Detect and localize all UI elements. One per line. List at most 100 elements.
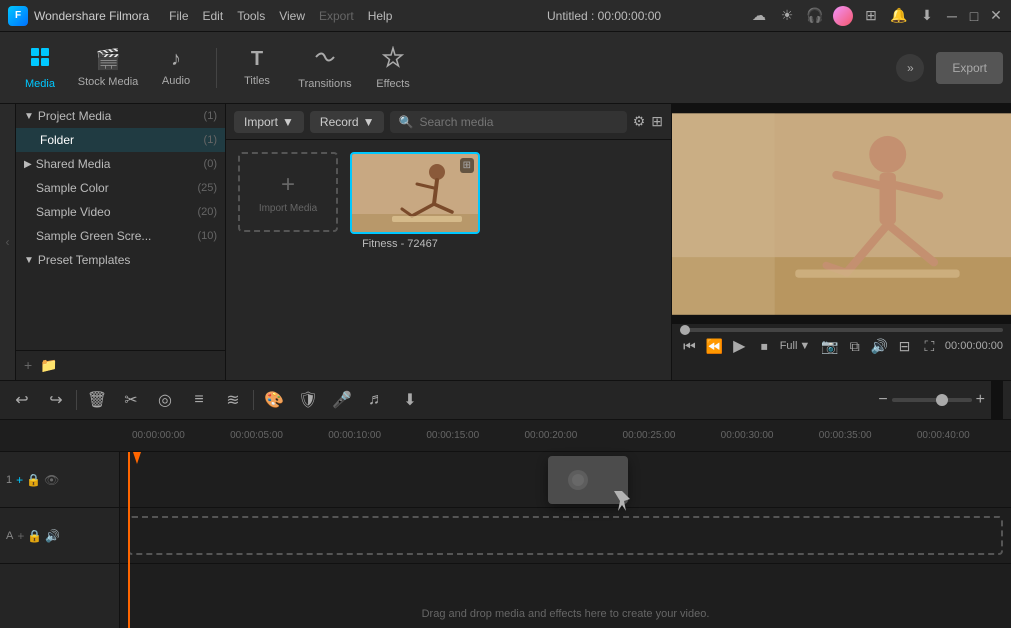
- pip-button[interactable]: ⊟: [895, 338, 914, 355]
- grid-view-icon[interactable]: ⊞: [651, 113, 663, 130]
- color-icon[interactable]: 🎨: [260, 390, 288, 410]
- menu-view[interactable]: View: [279, 9, 305, 23]
- drop-text: Drag and drop media and effects here to …: [120, 608, 1011, 620]
- menu-tools[interactable]: Tools: [237, 9, 265, 23]
- zoom-slider[interactable]: [892, 398, 972, 402]
- add-audio-track-icon[interactable]: +: [17, 529, 24, 543]
- cloud-icon[interactable]: ☁: [749, 6, 769, 26]
- progress-bar[interactable]: [680, 328, 1003, 332]
- title-bar: F Wondershare Filmora File Edit Tools Vi…: [0, 0, 1011, 32]
- main-area: ‹ ▼ Project Media (1) Folder (1) ▶ Share…: [0, 104, 1011, 380]
- expand-toolbar-button[interactable]: »: [896, 54, 924, 82]
- transitions-label: Transitions: [298, 78, 351, 90]
- cut-button[interactable]: ✂: [117, 390, 145, 410]
- user-avatar[interactable]: [833, 6, 853, 26]
- lock-video-track-icon[interactable]: 🔒: [26, 473, 41, 487]
- stop-button[interactable]: ⏹: [755, 338, 774, 355]
- undo-button[interactable]: ↩: [8, 390, 36, 410]
- tree-preset-templates[interactable]: ▼ Preset Templates: [16, 248, 225, 272]
- zoom-in-icon[interactable]: +: [976, 391, 985, 409]
- audio-track-row[interactable]: [120, 508, 1011, 564]
- eye-video-track-icon[interactable]: 👁: [44, 473, 59, 487]
- tree-folder[interactable]: Folder (1): [16, 128, 225, 152]
- audio-edit-button[interactable]: ≡: [185, 391, 213, 409]
- video-track-row[interactable]: [120, 452, 1011, 508]
- shared-media-label: Shared Media: [36, 157, 111, 171]
- filter-icon[interactable]: ⚙: [633, 113, 646, 130]
- zoom-handle[interactable]: [936, 394, 948, 406]
- waveform-button[interactable]: ≋: [219, 390, 247, 410]
- download-icon[interactable]: ⬇: [917, 6, 937, 26]
- add-video-track-icon[interactable]: +: [16, 473, 23, 487]
- track-labels: 1 + 🔒 👁 A + 🔒 🔊: [0, 452, 120, 628]
- tree-shared-media[interactable]: ▶ Shared Media (0): [16, 152, 225, 176]
- import-media-placeholder[interactable]: + Import Media: [238, 152, 338, 232]
- toolbar-media[interactable]: Media: [8, 38, 72, 98]
- grid-icon[interactable]: ⊞: [861, 6, 881, 26]
- audio-label: Audio: [162, 75, 190, 87]
- volume-button[interactable]: 🔊: [870, 338, 889, 355]
- fullscreen-button[interactable]: ⛶: [920, 338, 939, 355]
- maximize-button[interactable]: □: [967, 9, 981, 23]
- toolbar-separator-1: [76, 390, 77, 410]
- menu-edit[interactable]: Edit: [203, 9, 224, 23]
- folder-icon[interactable]: 📁: [40, 357, 57, 374]
- tree-sample-green[interactable]: Sample Green Scre... (10): [16, 224, 225, 248]
- expand-arrow-preset: ▼: [24, 255, 34, 266]
- menu-file[interactable]: File: [169, 9, 188, 23]
- folder-count: (1): [204, 134, 217, 146]
- toolbar-stock-media[interactable]: 🎬 Stock Media: [76, 38, 140, 98]
- delete-button[interactable]: 🗑: [83, 390, 111, 410]
- volume-audio-track-icon[interactable]: 🔊: [45, 529, 60, 543]
- video-track-label: 1 + 🔒 👁: [0, 452, 119, 508]
- tree-project-media[interactable]: ▼ Project Media (1): [16, 104, 225, 128]
- tree-sample-color[interactable]: Sample Color (25): [16, 176, 225, 200]
- search-box: 🔍: [390, 111, 626, 133]
- snapshot-button[interactable]: 📷: [820, 338, 839, 355]
- search-input[interactable]: [419, 115, 618, 129]
- transitions-icon: [314, 46, 336, 74]
- toolbar-audio[interactable]: ♪ Audio: [144, 38, 208, 98]
- notification-icon[interactable]: 🔔: [889, 6, 909, 26]
- play-button[interactable]: ▶: [730, 336, 749, 356]
- sun-icon[interactable]: ☀: [777, 6, 797, 26]
- effects-icon: [382, 46, 404, 74]
- close-button[interactable]: ✕: [989, 9, 1003, 23]
- toolbar-divider-1: [216, 48, 217, 88]
- export-button[interactable]: Export: [936, 52, 1003, 84]
- left-nav-arrow[interactable]: ‹: [0, 104, 16, 380]
- import-track-icon[interactable]: ⬇: [396, 390, 424, 410]
- menu-help[interactable]: Help: [368, 9, 393, 23]
- step-back-button[interactable]: ⏪: [705, 338, 724, 355]
- crop-button[interactable]: ⧉: [845, 338, 864, 355]
- rewind-button[interactable]: ⏮: [680, 338, 699, 355]
- tree-sample-video[interactable]: Sample Video (20): [16, 200, 225, 224]
- audio-track-icon[interactable]: ♬: [362, 391, 390, 409]
- media-thumb-fitness[interactable]: ⊞ Fitness - 72467: [350, 152, 450, 250]
- toolbar-effects[interactable]: Effects: [361, 38, 425, 98]
- resolution-arrow: ▼: [799, 340, 810, 352]
- menu-export[interactable]: Export: [319, 9, 354, 23]
- sample-green-label: Sample Green Scre...: [24, 229, 151, 243]
- add-track-icon[interactable]: +: [24, 357, 32, 374]
- import-button[interactable]: Import ▼: [234, 111, 304, 133]
- resolution-dropdown[interactable]: Full ▼: [780, 340, 811, 352]
- mask-button[interactable]: ◎: [151, 390, 179, 410]
- toolbar-titles[interactable]: T Titles: [225, 38, 289, 98]
- headphone-icon[interactable]: 🎧: [805, 6, 825, 26]
- audio-icon: ♪: [171, 48, 181, 71]
- mic-icon[interactable]: 🎤: [328, 390, 356, 410]
- record-button[interactable]: Record ▼: [310, 111, 385, 133]
- timeline-end: [991, 380, 1003, 420]
- progress-handle[interactable]: [680, 325, 690, 335]
- zoom-out-icon[interactable]: −: [878, 391, 887, 409]
- title-right: ☁ ☀ 🎧 ⊞ 🔔 ⬇ ─ □ ✕: [749, 6, 1003, 26]
- toolbar-transitions[interactable]: Transitions: [293, 38, 357, 98]
- expand-arrow-shared: ▶: [24, 159, 32, 170]
- redo-button[interactable]: ↪: [42, 390, 70, 410]
- timecode-display: 00:00:00:00: [945, 340, 1003, 352]
- lock-audio-track-icon[interactable]: 🔒: [27, 529, 42, 543]
- media-label: Media: [25, 78, 55, 90]
- shield-icon[interactable]: 🛡: [294, 390, 322, 410]
- minimize-button[interactable]: ─: [945, 9, 959, 23]
